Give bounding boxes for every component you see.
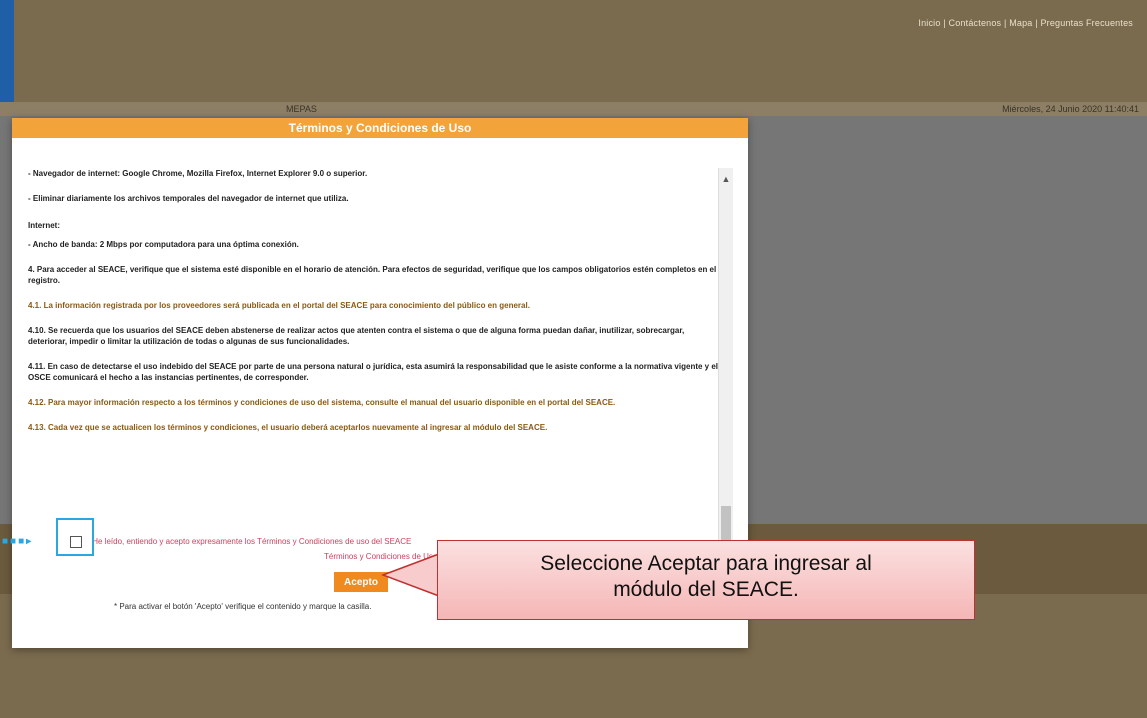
- callout-arrow-icon: [381, 552, 440, 598]
- terms-paragraph: 4.11. En caso de detectarse el uso indeb…: [28, 362, 718, 382]
- modal-title: Términos y Condiciones de Uso: [12, 118, 748, 138]
- info-bar: [0, 102, 1147, 116]
- top-nav-links[interactable]: Inicio | Contáctenos | Mapa | Preguntas …: [918, 18, 1133, 28]
- terms-paragraph: 4.1. La información registrada por los p…: [28, 301, 530, 310]
- terms-paragraph: 4.13. Cada vez que se actualicen los tér…: [28, 423, 548, 432]
- terms-paragraph: - Navegador de internet: Google Chrome, …: [28, 169, 368, 178]
- accept-button[interactable]: Acepto: [334, 572, 388, 592]
- top-banner: [0, 0, 1147, 100]
- accept-terms-label: He leído, entiendo y acepto expresamente…: [92, 537, 412, 547]
- instruction-callout: Seleccione Aceptar para ingresar al módu…: [437, 540, 975, 620]
- terms-paragraph: 4.10. Se recuerda que los usuarios del S…: [28, 326, 685, 346]
- terms-paragraph: - Eliminar diariamente los archivos temp…: [28, 194, 349, 203]
- terms-content: - Navegador de internet: Google Chrome, …: [28, 168, 718, 540]
- terms-paragraph: - Ancho de banda: 2 Mbps por computadora…: [28, 240, 299, 249]
- terms-paragraph: 4.12. Para mayor información respecto a …: [28, 398, 616, 407]
- info-left-label: MEPAS: [286, 104, 317, 114]
- scroll-up-icon[interactable]: ▲: [719, 174, 733, 184]
- callout-line-1: Seleccione Aceptar para ingresar al: [540, 552, 872, 575]
- date-label: Miércoles, 24 Junio 2020 11:40:41: [1002, 104, 1139, 114]
- terms-paragraph: 4. Para acceder al SEACE, verifique que …: [28, 265, 717, 285]
- accept-note: * Para activar el botón 'Acepto' verifiq…: [114, 602, 372, 611]
- scroll-thumb[interactable]: [721, 506, 731, 540]
- terms-heading: Internet:: [28, 221, 60, 230]
- terms-scrollbar[interactable]: ▲: [718, 168, 733, 540]
- pointer-dots-icon: ■■■▸: [2, 536, 34, 547]
- accept-terms-row[interactable]: He leído, entiendo y acepto expresamente…: [70, 536, 411, 548]
- checkbox-highlight: [56, 518, 94, 556]
- callout-line-2: módulo del SEACE.: [613, 578, 799, 601]
